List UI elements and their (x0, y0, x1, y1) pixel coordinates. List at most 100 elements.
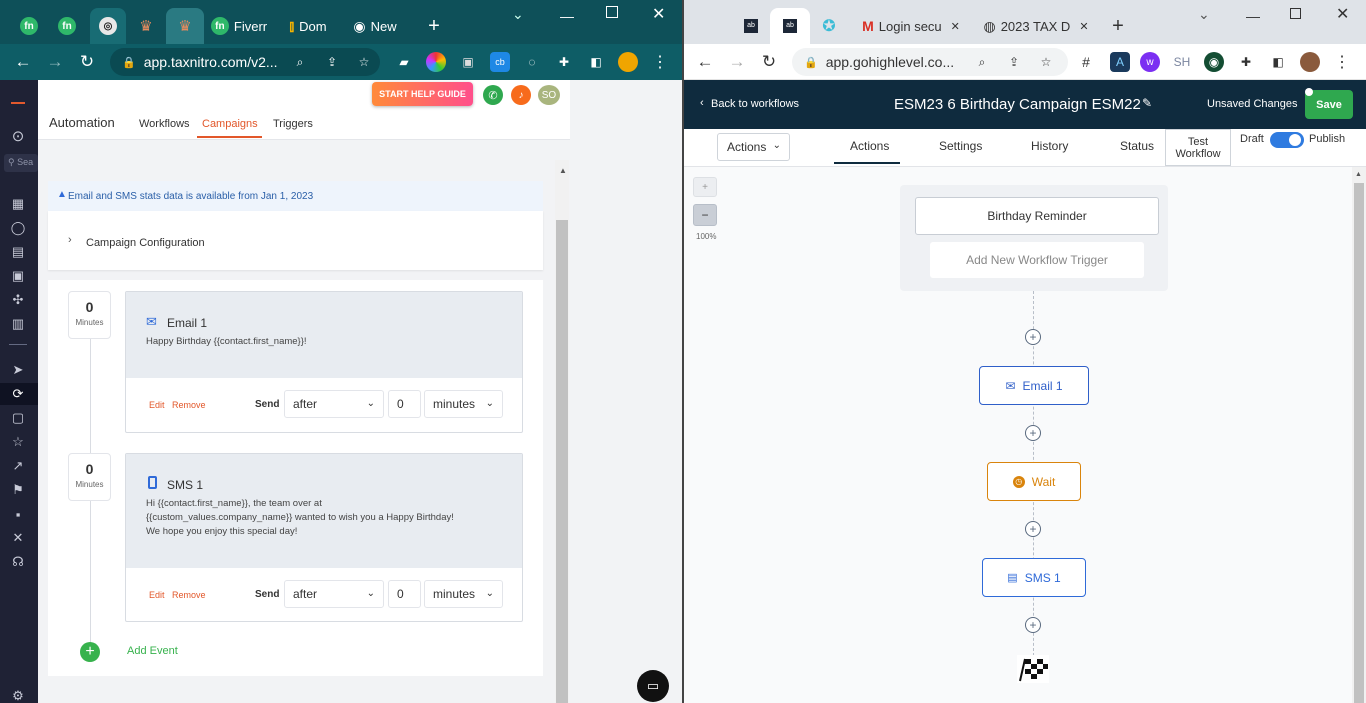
trigger-birthday-reminder[interactable]: Birthday Reminder (915, 197, 1159, 235)
zoom-icon[interactable]: ⌕ (972, 52, 992, 72)
scrollbar-thumb[interactable] (1354, 183, 1364, 703)
funnel-icon[interactable]: ✣ (9, 292, 27, 308)
circle-extension-icon[interactable]: ◌ (522, 52, 542, 72)
canvas-scrollbar[interactable]: ▲ (1352, 167, 1366, 703)
menu-icon[interactable]: ⋮ (650, 52, 670, 72)
automation-icon[interactable]: ⟳ (9, 386, 27, 402)
settings-gear-icon[interactable]: ⚙ (9, 688, 27, 703)
scrollbar-thumb[interactable] (556, 220, 568, 703)
tab-triggers[interactable]: Triggers (273, 118, 313, 130)
chat-icon[interactable]: ◯ (9, 220, 27, 236)
dashboard-switch-icon[interactable]: ⊙ (9, 128, 27, 145)
edit-link[interactable]: Edit (149, 400, 165, 410)
amount-input[interactable]: 0 (388, 580, 421, 608)
add-action-plus-icon[interactable]: + (1025, 617, 1041, 633)
add-new-trigger-button[interactable]: Add New Workflow Trigger (930, 242, 1144, 278)
tab-swirl[interactable]: ✪ (814, 8, 844, 44)
campaign-config-card[interactable]: › Campaign Configuration (48, 211, 543, 270)
new-tab-button[interactable]: + (1106, 8, 1130, 44)
sms-action-node[interactable]: ▤ SMS 1 (982, 558, 1086, 597)
sidepanel-icon[interactable]: ◧ (586, 52, 606, 72)
minimize-icon[interactable]: — (560, 8, 574, 24)
sh-extension-icon[interactable]: SH (1172, 52, 1192, 72)
event-preview[interactable]: ✉ Email 1 Happy Birthday {{contact.first… (126, 292, 522, 378)
scroll-up-icon[interactable]: ▲ (559, 166, 567, 175)
publish-toggle[interactable] (1270, 132, 1304, 148)
close-icon[interactable]: ✕ (951, 20, 960, 33)
zoom-in-button[interactable]: + (693, 177, 717, 197)
scroll-up-icon[interactable]: ▲ (1355, 171, 1362, 178)
email-action-node[interactable]: ✉ Email 1 (979, 366, 1089, 405)
tab-settings[interactable]: Settings (939, 139, 982, 153)
close-icon[interactable]: ✕ (652, 4, 665, 24)
tab-app-2[interactable]: ♛ (166, 8, 204, 44)
maximize-icon[interactable] (606, 6, 618, 18)
forward-icon[interactable]: → (726, 52, 748, 72)
zoom-icon[interactable]: ⌕ (290, 52, 310, 72)
contacts-icon[interactable]: ▣ (9, 268, 27, 284)
add-action-plus-icon[interactable]: + (1025, 425, 1041, 441)
tab-fn-2[interactable]: fn (52, 8, 82, 44)
payments-icon[interactable]: ▥ (9, 316, 27, 332)
reputation-icon[interactable]: ☆ (9, 434, 27, 450)
a-extension-icon[interactable]: A (1110, 52, 1130, 72)
phone-icon[interactable]: ✆ (483, 85, 503, 105)
tab-campaigns[interactable]: Campaigns (202, 118, 258, 130)
maximize-icon[interactable] (1290, 8, 1301, 19)
sidepanel-icon[interactable]: ◧ (1268, 52, 1288, 72)
reload-icon[interactable]: ↻ (76, 52, 98, 72)
remove-link[interactable]: Remove (172, 590, 206, 600)
hat-extension-icon[interactable]: ▰ (394, 52, 414, 72)
calendar-icon[interactable]: ▤ (9, 244, 27, 260)
chevron-down-icon[interactable]: ⌄ (512, 6, 524, 23)
forward-icon[interactable]: → (44, 52, 66, 72)
support-icon[interactable]: ☊ (9, 554, 27, 570)
add-action-plus-icon[interactable]: + (1025, 521, 1041, 537)
tab-actions[interactable]: Actions (850, 139, 889, 153)
share-icon[interactable]: ⇪ (322, 52, 342, 72)
event-preview[interactable]: SMS 1 Hi {{contact.first_name}}, the tea… (126, 454, 522, 568)
close-icon[interactable]: ✕ (1336, 4, 1349, 24)
url-field[interactable]: 🔒 app.gohighlevel.co... (792, 48, 1068, 76)
camera-extension-icon[interactable]: ▣ (458, 52, 478, 72)
minimize-icon[interactable]: — (1246, 8, 1260, 24)
search-field[interactable]: ⚲ Sea (4, 154, 38, 172)
actions-dropdown[interactable]: Actions ⌄ (717, 133, 790, 161)
tab-status[interactable]: Status (1120, 139, 1154, 153)
reporting-icon[interactable]: ↗ (9, 458, 27, 474)
w-extension-icon[interactable]: w (1140, 52, 1160, 72)
zoom-out-button[interactable]: − (693, 204, 717, 226)
grid-icon[interactable]: ▦ (9, 196, 27, 212)
send-icon[interactable]: ➤ (9, 362, 27, 378)
chevron-down-icon[interactable]: ⌄ (1198, 6, 1210, 23)
w2-extension-icon[interactable]: ◉ (1204, 52, 1224, 72)
add-event-plus-icon[interactable]: + (80, 642, 100, 662)
wait-action-node[interactable]: ◷ Wait (987, 462, 1081, 501)
tab-app-1[interactable]: ab (736, 8, 766, 44)
star-icon[interactable]: ☆ (354, 52, 374, 72)
hash-extension-icon[interactable]: # (1076, 52, 1096, 72)
chat-bubble-icon[interactable]: ▭ (637, 670, 669, 702)
tab-workflows[interactable]: Workflows (139, 118, 190, 130)
remove-link[interactable]: Remove (172, 400, 206, 410)
timing-select[interactable]: after ⌄ (284, 390, 384, 418)
sites-icon[interactable]: ▢ (9, 410, 27, 426)
app-marketplace-icon[interactable]: ▪ (9, 506, 27, 522)
tab-app-2[interactable]: ab (770, 8, 810, 44)
tab-history[interactable]: History (1031, 139, 1068, 153)
workflow-canvas[interactable]: + − 100% Birthday Reminder Add New Workf… (684, 167, 1366, 703)
profile-avatar[interactable] (1300, 52, 1320, 72)
back-to-workflows-link[interactable]: Back to workflows (711, 98, 799, 110)
pencil-icon[interactable]: ✎ (1142, 96, 1152, 110)
avatar[interactable]: SO (538, 85, 560, 105)
profile-avatar[interactable] (618, 52, 638, 72)
menu-icon[interactable]: ⋮ (1332, 52, 1352, 72)
tab-gmail[interactable]: M Login secu ✕ (856, 8, 966, 44)
puzzle-icon[interactable]: ✚ (1236, 52, 1256, 72)
edit-link[interactable]: Edit (149, 590, 165, 600)
close-icon[interactable]: ✕ (1079, 20, 1088, 33)
reload-icon[interactable]: ↻ (758, 52, 780, 72)
tab-openai[interactable]: ◎ (90, 8, 126, 44)
add-action-plus-icon[interactable]: + (1025, 329, 1041, 345)
test-workflow-button[interactable]: Test Workflow (1165, 129, 1231, 166)
